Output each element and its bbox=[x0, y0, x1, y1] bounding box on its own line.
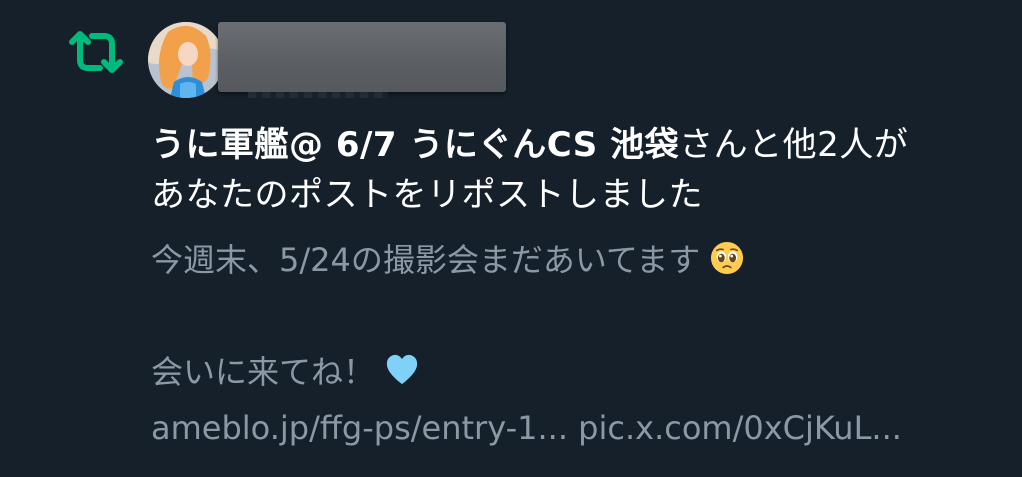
notification-message: うに軍艦@ 6/7 うにぐんCS 池袋さんと他2人が あなたのポストをリポストし… bbox=[151, 120, 1011, 220]
pleading-face-emoji bbox=[711, 241, 744, 275]
retweeter-avatar-row bbox=[148, 18, 528, 102]
retweeter-name[interactable]: うに軍艦@ 6/7 うにぐんCS 池袋 bbox=[151, 125, 679, 165]
retweet-summary-line2: あなたのポストをリポストしました bbox=[151, 175, 703, 215]
retweet-icon bbox=[69, 31, 123, 73]
retweet-summary-suffix: さんと他2人が bbox=[679, 125, 909, 165]
tweet-text-line1: 今週末、5/24の撮影会まだあいてます bbox=[151, 241, 701, 279]
light-blue-heart-emoji bbox=[387, 354, 418, 385]
tweet-text-line3: 会いに来てね！ bbox=[151, 353, 376, 391]
retweet-notification[interactable]: うに軍艦@ 6/7 うにぐんCS 池袋さんと他2人が あなたのポストをリポストし… bbox=[0, 0, 1022, 477]
redaction-shadow bbox=[248, 92, 388, 98]
tweet-links: ameblo.jp/ffg-ps/entry-1... pic.x.com/0x… bbox=[151, 400, 902, 456]
redacted-name-block bbox=[218, 22, 506, 92]
pic-link[interactable]: pic.x.com/0xCjKuL... bbox=[578, 409, 902, 447]
ameblo-link[interactable]: ameblo.jp/ffg-ps/entry-1... bbox=[151, 409, 568, 447]
avatar[interactable] bbox=[148, 22, 224, 98]
tweet-preview[interactable]: 今週末、5/24の撮影会まだあいてます 会いに来てね！ bbox=[151, 232, 1011, 400]
